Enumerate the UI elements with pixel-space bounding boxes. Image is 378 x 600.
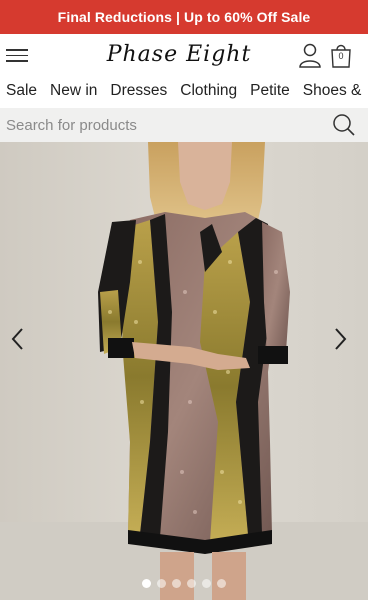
nav-item-new-in[interactable]: New in bbox=[50, 82, 97, 100]
carousel-dot[interactable] bbox=[157, 578, 166, 588]
carousel-next-arrow-icon[interactable] bbox=[330, 326, 350, 352]
site-header: Phase Eight 0 bbox=[0, 34, 368, 76]
shopping-bag-icon[interactable]: 0 bbox=[329, 42, 353, 68]
account-icon[interactable] bbox=[298, 42, 322, 68]
hamburger-menu-icon[interactable] bbox=[6, 46, 28, 64]
carousel-dots bbox=[0, 577, 368, 589]
search-input[interactable] bbox=[0, 110, 310, 140]
brand-logo[interactable]: Phase Eight bbox=[104, 39, 254, 71]
carousel-dot[interactable] bbox=[202, 578, 211, 588]
promo-banner[interactable]: Final Reductions | Up to 60% Off Sale bbox=[0, 0, 368, 34]
nav-item-sale[interactable]: Sale bbox=[6, 82, 37, 100]
carousel-dot[interactable] bbox=[172, 578, 181, 588]
carousel-dot[interactable] bbox=[217, 578, 226, 588]
product-image[interactable] bbox=[0, 142, 368, 600]
bag-count-badge: 0 bbox=[338, 51, 344, 61]
nav-item-shoes[interactable]: Shoes & bbox=[303, 82, 362, 100]
search-icon[interactable] bbox=[332, 113, 356, 137]
nav-item-petite[interactable]: Petite bbox=[250, 82, 290, 100]
hero-carousel[interactable] bbox=[0, 142, 368, 600]
search-bar bbox=[0, 108, 368, 142]
category-nav: Sale New in Dresses Clothing Petite Shoe… bbox=[0, 76, 378, 106]
nav-item-clothing[interactable]: Clothing bbox=[180, 82, 237, 100]
promo-text: Final Reductions | Up to 60% Off Sale bbox=[57, 9, 311, 25]
carousel-dot[interactable] bbox=[187, 578, 196, 588]
carousel-prev-arrow-icon[interactable] bbox=[8, 326, 28, 352]
nav-item-dresses[interactable]: Dresses bbox=[110, 82, 167, 100]
carousel-dot[interactable] bbox=[142, 578, 151, 588]
